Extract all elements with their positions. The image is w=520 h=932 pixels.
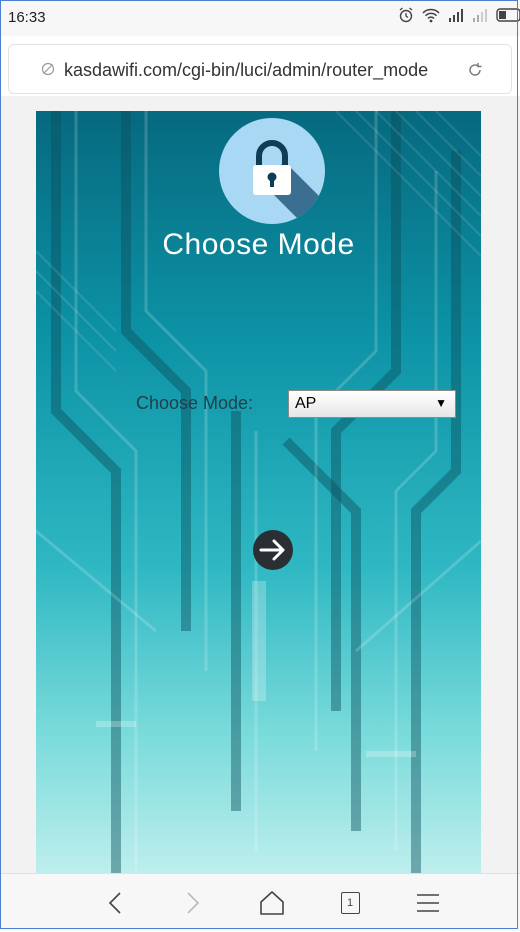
arrow-right-icon <box>253 530 293 570</box>
status-bar: 16:33 <box>0 0 520 36</box>
menu-icon <box>417 894 439 912</box>
dropdown-arrow-icon: ▼ <box>435 396 447 410</box>
next-arrow-button[interactable] <box>252 529 294 571</box>
circuit-background <box>36 111 481 873</box>
forward-button[interactable] <box>164 874 220 932</box>
alarm-icon <box>398 7 414 23</box>
address-bar[interactable]: kasdawifi.com/cgi-bin/luci/admin/router_… <box>8 44 512 94</box>
mode-select-value: AP <box>295 395 317 412</box>
browser-bottom-nav: 1 <box>0 873 520 931</box>
back-button[interactable] <box>88 874 144 932</box>
signal-weak-icon <box>472 8 488 22</box>
status-time: 16:33 <box>8 9 46 26</box>
lock-icon <box>219 118 325 224</box>
mode-select[interactable]: AP ▼ <box>288 390 456 418</box>
status-icons <box>398 7 520 23</box>
home-icon <box>260 891 284 915</box>
page-title: Choose Mode <box>162 228 355 261</box>
tabs-button[interactable]: 1 <box>322 874 378 932</box>
tab-count: 1 <box>346 897 354 909</box>
chevron-left-icon <box>108 892 121 914</box>
battery-icon <box>496 8 520 22</box>
tabs-icon: 1 <box>340 892 360 914</box>
signal-icon <box>448 8 464 22</box>
menu-button[interactable] <box>400 874 456 932</box>
no-connection-icon <box>41 62 55 81</box>
home-button[interactable] <box>244 874 300 932</box>
reload-icon[interactable] <box>465 60 485 85</box>
chevron-right-icon <box>187 892 200 914</box>
wifi-icon <box>422 7 440 23</box>
hero-panel <box>36 111 481 873</box>
url-text[interactable]: kasdawifi.com/cgi-bin/luci/admin/router_… <box>64 60 428 81</box>
mode-label: Choose Mode: <box>136 393 254 413</box>
